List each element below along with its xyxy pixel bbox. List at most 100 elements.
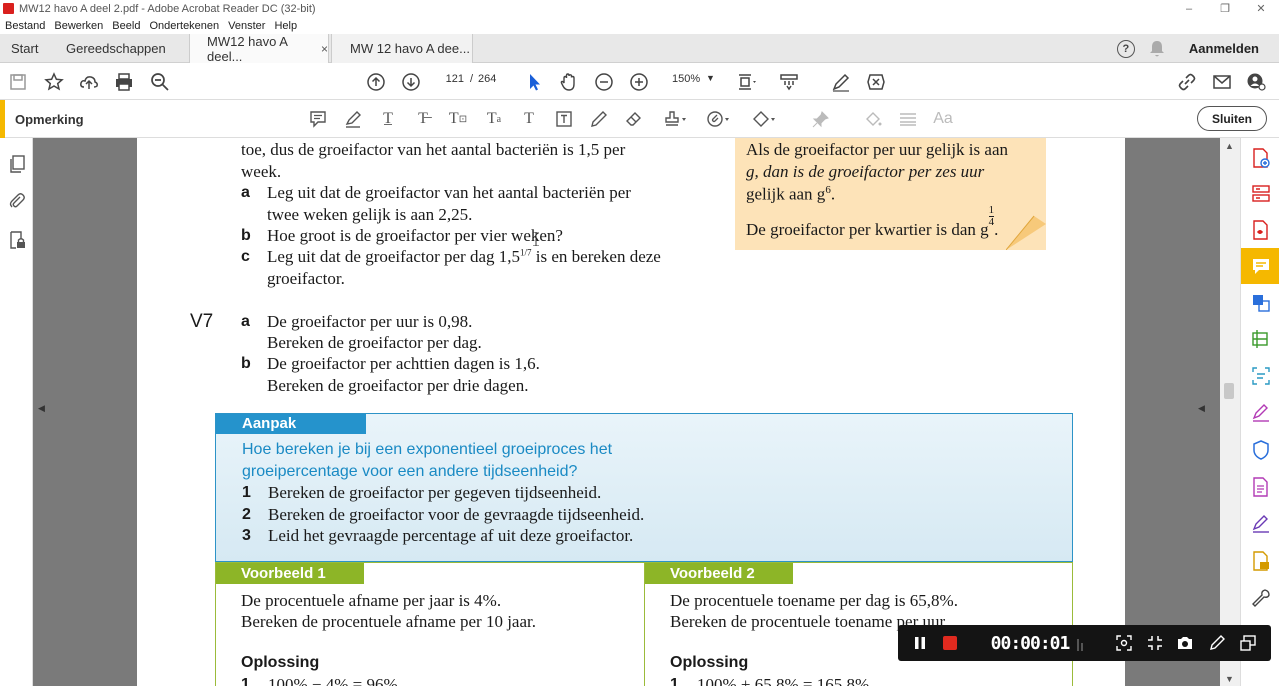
minimize-recorder-icon[interactable] bbox=[1236, 625, 1260, 661]
help-icon[interactable]: ? bbox=[1116, 39, 1135, 58]
replace-text-icon[interactable]: T ⊡ bbox=[447, 109, 469, 129]
sticky-note-icon[interactable] bbox=[307, 109, 329, 129]
page-thumbnails-icon[interactable] bbox=[8, 155, 26, 173]
region-capture-icon[interactable] bbox=[1112, 625, 1136, 661]
menu-bewerken[interactable]: Bewerken bbox=[54, 20, 103, 32]
annotate-pen-icon[interactable] bbox=[1205, 625, 1229, 661]
pause-recording-icon[interactable] bbox=[908, 625, 932, 661]
example-2-solution-heading: Oplossing bbox=[670, 654, 749, 671]
scrollbar-thumb[interactable] bbox=[1224, 383, 1234, 399]
tab-close-button[interactable]: × bbox=[321, 42, 328, 56]
previous-page-icon[interactable] bbox=[366, 71, 386, 93]
question-b-text: Hoe groot is de groeifactor per vier wek… bbox=[267, 226, 563, 245]
more-tools-wrench-icon[interactable] bbox=[1251, 588, 1271, 608]
add-text-icon[interactable]: T bbox=[518, 109, 540, 129]
combine-files-icon[interactable] bbox=[1251, 293, 1271, 313]
email-icon[interactable] bbox=[1212, 71, 1232, 93]
send-for-review-icon[interactable] bbox=[1251, 477, 1271, 497]
fill-color-icon[interactable] bbox=[862, 109, 884, 129]
edit-pdf-icon[interactable] bbox=[1251, 329, 1271, 349]
next-page-icon[interactable] bbox=[401, 71, 421, 93]
minimize-button[interactable]: – bbox=[1171, 0, 1207, 17]
draw-pencil-icon[interactable] bbox=[588, 109, 610, 129]
menu-bestand[interactable]: Bestand bbox=[5, 20, 45, 32]
right-tools-panel bbox=[1240, 138, 1279, 686]
menu-venster[interactable]: Venster bbox=[228, 20, 265, 32]
collapse-right-panel-icon[interactable]: ◀ bbox=[1198, 403, 1205, 414]
share-link-icon[interactable] bbox=[1177, 71, 1197, 93]
v7-b-letter: b bbox=[241, 355, 251, 372]
aanpak-question-line-2: groeipercentage voor een andere tijdseen… bbox=[242, 463, 578, 480]
sign-in-button[interactable]: Aanmelden bbox=[1189, 41, 1259, 56]
intro-line-2: week. bbox=[241, 162, 282, 181]
screenshot-camera-icon[interactable] bbox=[1173, 625, 1197, 661]
export-pdf-icon[interactable] bbox=[1251, 220, 1271, 240]
zoom-in-icon[interactable] bbox=[629, 71, 649, 93]
scroll-up-icon[interactable]: ▲ bbox=[1225, 141, 1234, 151]
example-2-box: Voorbeeld 2 De procentuele toename per d… bbox=[644, 562, 1073, 686]
page-fit-icon[interactable] bbox=[737, 71, 757, 93]
zoom-level-select[interactable]: 150% bbox=[672, 73, 700, 85]
close-window-button[interactable]: ✕ bbox=[1243, 0, 1279, 17]
menu-ondertekenen[interactable]: Ondertekenen bbox=[149, 20, 219, 32]
scroll-mode-icon[interactable] bbox=[779, 71, 799, 93]
attachments-paperclip-icon[interactable] bbox=[8, 192, 26, 210]
protect-shield-icon[interactable] bbox=[1251, 440, 1271, 460]
text-box-icon[interactable] bbox=[553, 109, 575, 129]
line-weight-icon[interactable] bbox=[897, 109, 919, 129]
comment-tool-icon[interactable] bbox=[1241, 248, 1279, 284]
zoom-search-icon[interactable] bbox=[150, 71, 170, 93]
collapse-left-panel-icon[interactable]: ◀ bbox=[38, 403, 45, 414]
save-icon[interactable] bbox=[8, 71, 28, 93]
print-icon[interactable] bbox=[114, 71, 134, 93]
pin-icon[interactable] bbox=[810, 109, 832, 129]
menu-beeld[interactable]: Beeld bbox=[112, 20, 140, 32]
example-1-step-text: 100% − 4% = 96% bbox=[268, 675, 398, 686]
eraser-icon[interactable] bbox=[623, 109, 645, 129]
scroll-down-icon[interactable]: ▼ bbox=[1225, 674, 1234, 684]
scan-ocr-icon[interactable] bbox=[1251, 366, 1271, 386]
tab-document-1[interactable]: MW12 havo A deel... × bbox=[189, 34, 329, 64]
example-2-step-text: 100% + 65,8% = 165,8% bbox=[697, 675, 870, 686]
highlight-icon[interactable] bbox=[342, 109, 364, 129]
sign-pen-icon[interactable] bbox=[831, 71, 851, 93]
font-size-icon[interactable]: Aa bbox=[932, 109, 954, 129]
zoom-dropdown-chevron-icon[interactable]: ▼ bbox=[706, 73, 715, 83]
hand-tool-icon[interactable] bbox=[559, 71, 579, 93]
document-lock-icon[interactable] bbox=[8, 231, 26, 249]
attach-file-icon[interactable] bbox=[704, 109, 734, 129]
note-line-2: g, dan is de groeifactor per zes uur bbox=[746, 162, 985, 181]
underline-text-icon[interactable]: T̲ bbox=[377, 109, 399, 129]
rich-media-icon[interactable] bbox=[1251, 551, 1271, 571]
tab-tools[interactable]: Gereedschappen bbox=[66, 34, 166, 63]
insert-text-icon[interactable]: Ta bbox=[483, 109, 505, 129]
bookmark-star-icon[interactable] bbox=[44, 71, 64, 93]
share-user-icon[interactable] bbox=[1246, 71, 1266, 93]
request-signature-icon[interactable] bbox=[1251, 514, 1271, 534]
fullscreen-exit-icon[interactable] bbox=[1143, 625, 1167, 661]
step-3-text: Leid het gevraagde percentage af uit dez… bbox=[268, 526, 634, 545]
tab-document-2[interactable]: MW 12 havo A dee... bbox=[331, 34, 473, 63]
upload-cloud-icon[interactable] bbox=[79, 71, 99, 93]
left-nav-panel bbox=[0, 138, 33, 686]
select-cursor-icon[interactable] bbox=[524, 71, 544, 93]
close-comment-toolbar-button[interactable]: Sluiten bbox=[1197, 106, 1267, 131]
vertical-scrollbar[interactable]: ▲ ▼ bbox=[1220, 138, 1240, 686]
menu-help[interactable]: Help bbox=[274, 20, 297, 32]
tab-start[interactable]: Start bbox=[11, 34, 38, 63]
page-number-input[interactable]: 121 bbox=[440, 73, 464, 85]
acrobat-logo-icon bbox=[3, 3, 14, 14]
example-1-header: Voorbeeld 1 bbox=[216, 563, 364, 584]
fill-sign-icon[interactable] bbox=[1251, 403, 1271, 423]
strikethrough-text-icon[interactable]: T̶ bbox=[412, 109, 434, 129]
zoom-out-icon[interactable] bbox=[594, 71, 614, 93]
shapes-icon[interactable] bbox=[750, 109, 780, 129]
document-viewer[interactable]: ◀ toe, dus de groeifactor van het aantal… bbox=[33, 138, 1240, 686]
stop-recording-icon[interactable] bbox=[938, 625, 962, 661]
stamp-icon[interactable] bbox=[661, 109, 691, 129]
organize-pages-icon[interactable] bbox=[1251, 184, 1271, 204]
maximize-button[interactable]: ❐ bbox=[1207, 0, 1243, 17]
redact-tool-icon[interactable] bbox=[866, 71, 886, 93]
create-pdf-icon[interactable] bbox=[1251, 148, 1271, 168]
bell-icon[interactable] bbox=[1149, 40, 1165, 58]
